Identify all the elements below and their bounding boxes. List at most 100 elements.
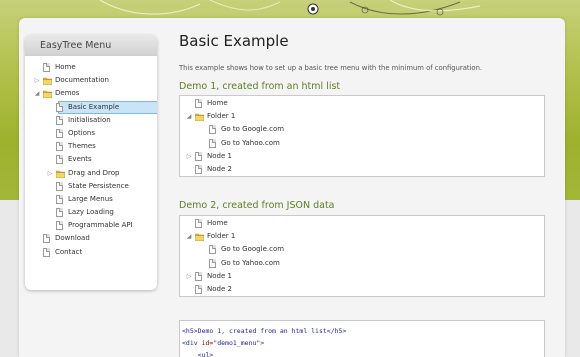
document-icon [195,164,202,174]
node-label[interactable]: Folder 1 [207,230,235,243]
collapse-arrow-icon[interactable]: ◢ [185,230,193,243]
decorative-banner [60,0,520,20]
document-icon [195,219,202,228]
node-label[interactable]: Go to Google.com [221,123,284,136]
code-line-3: <ul> [182,351,214,357]
document-icon [209,258,216,268]
tree-node[interactable]: ◢ Folder 1 [180,110,544,123]
sidebar-menu: Home ▷ Documentation ◢ Demos Basic Example Ini… [25,56,157,259]
node-label[interactable]: Folder 1 [207,110,235,123]
node-label[interactable]: Home [207,97,228,110]
node-label[interactable]: Home [207,217,228,230]
document-icon [56,208,63,218]
node-label[interactable]: Node 2 [207,163,232,176]
sidebar: EasyTree Menu Home ▷ Documentation ◢ Demos Ba… [25,35,157,290]
tree-node[interactable]: Node 2 [180,163,544,176]
node-icon [195,164,202,179]
node-label[interactable]: Contact [55,246,82,259]
document-icon [56,181,63,191]
demo2-tree: Home ◢ Folder 1 Go to Google.com Go to Yahoo… [179,215,545,297]
code-line-1: <h5>Demo 1, created from an html list</h… [182,327,347,335]
sidebar-item[interactable]: ◢ Demos [25,87,157,100]
node-label[interactable]: Node 1 [207,270,232,283]
document-icon [195,151,202,161]
tree-node[interactable]: Go to Google.com [180,243,544,256]
sidebar-item[interactable]: Events [25,153,157,166]
node-label[interactable]: Download [55,232,90,245]
expand-arrow-icon[interactable]: ▷ [46,167,54,180]
folder-icon [195,233,204,242]
node-label[interactable]: Themes [68,140,96,153]
document-icon [195,99,202,108]
tree-node[interactable]: Go to Yahoo.com [180,137,544,150]
tree-node[interactable]: Go to Google.com [180,123,544,136]
node-label[interactable]: Lazy Loading [68,206,114,219]
tree-node[interactable]: Go to Yahoo.com [180,257,544,270]
sidebar-item[interactable]: State Persistence [25,180,157,193]
node-label[interactable]: Initialisation [68,114,111,127]
node-label[interactable]: State Persistence [68,180,129,193]
expand-arrow-icon[interactable]: ▷ [185,270,193,283]
sidebar-item[interactable]: Basic Example [25,100,157,114]
code-attr-value: "demo1_menu" [213,339,261,347]
node-label[interactable]: Node 2 [207,283,232,296]
node-label[interactable]: Large Menus [68,193,113,206]
node-label[interactable]: Go to Yahoo.com [221,257,280,270]
tree-node[interactable]: ▷ Node 1 [180,270,544,283]
document-icon [209,245,216,255]
node-label[interactable]: Node 1 [207,150,232,163]
tree-node[interactable]: ▷ Node 1 [180,150,544,163]
main-panel: EasyTree Menu Home ▷ Documentation ◢ Demos Ba… [19,18,565,357]
intro-text: This example shows how to set up a basic… [179,64,483,72]
demo1-title: Demo 1, created from an html list [179,81,341,92]
node-icon [43,247,50,262]
node-label[interactable]: Home [55,61,76,74]
node-label[interactable]: Options [68,127,95,140]
sidebar-item[interactable]: Home [25,61,157,74]
node-label[interactable]: Drag and Drop [68,167,119,180]
node-label[interactable]: Documentation [55,74,109,87]
document-icon [56,142,63,152]
page-title: Basic Example [179,32,289,50]
sidebar-item[interactable]: Contact [25,246,157,259]
node-label[interactable]: Basic Example [68,101,119,114]
document-icon [56,115,63,125]
node-label[interactable]: Go to Google.com [221,243,284,256]
node-label[interactable]: Demos [55,87,79,100]
tree-node[interactable]: Home [180,97,544,110]
sidebar-item[interactable]: Download [25,232,157,245]
document-icon [195,284,202,294]
document-icon [56,155,63,165]
sidebar-title: EasyTree Menu [25,35,157,56]
sidebar-item[interactable]: ▷ Documentation [25,74,157,87]
sidebar-item[interactable]: Initialisation [25,114,157,127]
code-line-2: <div id="demo1_menu"> [182,337,542,349]
code-sample: <h5>Demo 1, created from an html list</h… [179,320,545,357]
tree-node[interactable]: Home [180,217,544,230]
demo2-title: Demo 2, created from JSON data [179,200,335,211]
node-label[interactable]: Go to Yahoo.com [221,137,280,150]
document-icon [195,271,202,281]
collapse-arrow-icon[interactable]: ◢ [185,110,193,123]
document-icon [209,125,216,135]
document-icon [209,138,216,148]
expand-arrow-icon[interactable]: ▷ [33,74,41,87]
node-label[interactable]: Programmable API [68,219,133,232]
collapse-arrow-icon[interactable]: ◢ [33,87,41,100]
demo1-tree: Home ◢ Folder 1 Go to Google.com Go to Yahoo… [179,95,545,177]
sidebar-item[interactable]: Programmable API [25,219,157,232]
document-icon [43,63,50,72]
tree-node[interactable]: ◢ Folder 1 [180,230,544,243]
expand-arrow-icon[interactable]: ▷ [185,150,193,163]
sidebar-item[interactable]: Options [25,127,157,140]
node-label[interactable]: Events [68,153,92,166]
tree-node[interactable]: Node 2 [180,283,544,296]
folder-icon [43,90,52,99]
sidebar-item[interactable]: Lazy Loading [25,206,157,219]
sidebar-item[interactable]: Large Menus [25,193,157,206]
document-icon [56,194,63,204]
code-attr: id= [201,339,214,347]
sidebar-item[interactable]: ▷ Drag and Drop [25,167,157,180]
sidebar-item[interactable]: Themes [25,140,157,153]
folder-icon [56,170,65,178]
